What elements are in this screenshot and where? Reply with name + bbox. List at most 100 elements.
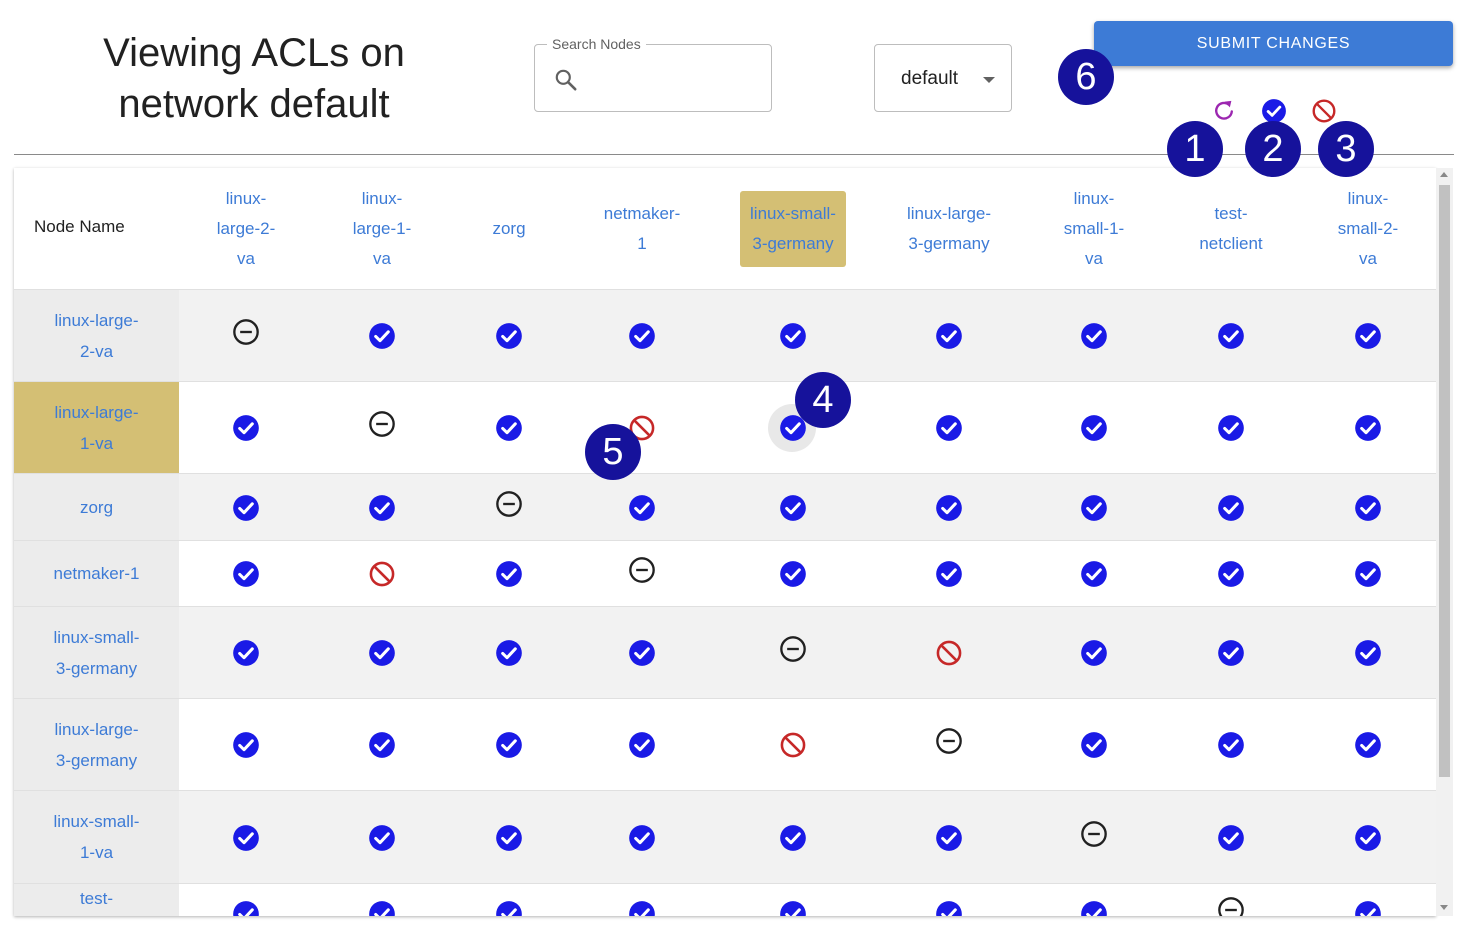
column-header[interactable]: zorg bbox=[434, 168, 584, 289]
allow-check-icon[interactable] bbox=[935, 322, 963, 350]
allow-check-icon[interactable] bbox=[495, 322, 523, 350]
allow-check-icon[interactable] bbox=[1217, 322, 1245, 350]
allow-check-icon[interactable] bbox=[935, 414, 963, 442]
scrollbar-thumb[interactable] bbox=[1439, 185, 1450, 777]
allow-check-icon[interactable] bbox=[495, 639, 523, 667]
allow-check-icon[interactable] bbox=[232, 494, 260, 522]
allow-check-icon[interactable] bbox=[1080, 560, 1108, 588]
deny-block-icon[interactable] bbox=[368, 560, 396, 588]
search-input[interactable] bbox=[587, 63, 761, 97]
allow-check-icon[interactable] bbox=[628, 824, 656, 852]
column-header[interactable]: linux- large-2- va bbox=[171, 168, 321, 289]
node-name-header: Node Name bbox=[34, 217, 125, 236]
allow-check-icon[interactable] bbox=[1217, 731, 1245, 759]
search-field[interactable]: Search Nodes bbox=[534, 35, 772, 112]
self-remove-icon bbox=[232, 318, 260, 346]
column-header[interactable]: netmaker- 1 bbox=[567, 168, 717, 289]
allow-check-icon[interactable] bbox=[628, 900, 656, 916]
allow-check-icon[interactable] bbox=[1354, 322, 1382, 350]
column-header[interactable]: linux- small-1- va bbox=[1019, 168, 1169, 289]
allow-check-icon[interactable] bbox=[628, 494, 656, 522]
allow-check-icon[interactable] bbox=[495, 560, 523, 588]
row-node-name-cell[interactable]: linux-large- 2-va bbox=[14, 290, 179, 381]
allow-check-icon[interactable] bbox=[232, 639, 260, 667]
allow-check-icon[interactable] bbox=[495, 824, 523, 852]
allow-check-icon[interactable] bbox=[232, 731, 260, 759]
allow-check-icon[interactable] bbox=[368, 900, 396, 916]
row-node-name: test- netclient bbox=[79, 888, 114, 908]
row-node-name-cell[interactable]: test- netclient bbox=[14, 884, 179, 916]
allow-check-icon[interactable] bbox=[779, 494, 807, 522]
column-header[interactable]: test- netclient bbox=[1156, 168, 1306, 289]
table-row: linux-large- 3-germany bbox=[14, 699, 1436, 791]
search-icon bbox=[555, 69, 577, 91]
allow-check-icon[interactable] bbox=[1217, 494, 1245, 522]
allow-check-icon[interactable] bbox=[779, 560, 807, 588]
allow-check-icon[interactable] bbox=[1080, 414, 1108, 442]
allow-check-icon[interactable] bbox=[1080, 900, 1108, 916]
allow-check-icon[interactable] bbox=[232, 824, 260, 852]
allow-check-icon[interactable] bbox=[1217, 824, 1245, 852]
allow-check-icon[interactable] bbox=[935, 494, 963, 522]
column-header[interactable]: linux-small- 3-germany bbox=[718, 168, 868, 289]
column-header[interactable]: linux- small-2- va bbox=[1293, 168, 1436, 289]
network-select[interactable]: default bbox=[874, 44, 1012, 112]
allow-check-icon[interactable] bbox=[495, 900, 523, 916]
allow-check-icon[interactable] bbox=[935, 560, 963, 588]
submit-changes-button[interactable]: SUBMIT CHANGES bbox=[1094, 21, 1453, 66]
allow-check-icon[interactable] bbox=[1354, 731, 1382, 759]
column-header-label: zorg bbox=[492, 218, 526, 238]
allow-check-icon[interactable] bbox=[1217, 414, 1245, 442]
allow-check-icon[interactable] bbox=[1354, 639, 1382, 667]
allow-check-icon[interactable] bbox=[628, 322, 656, 350]
allow-check-icon[interactable] bbox=[1354, 560, 1382, 588]
allow-check-icon[interactable] bbox=[495, 414, 523, 442]
deny-block-icon[interactable] bbox=[779, 731, 807, 759]
allow-check-icon[interactable] bbox=[1217, 639, 1245, 667]
allow-check-icon[interactable] bbox=[232, 560, 260, 588]
allow-check-icon[interactable] bbox=[779, 322, 807, 350]
allow-check-icon[interactable] bbox=[1080, 494, 1108, 522]
column-header[interactable]: linux-large- 3-germany bbox=[874, 168, 1024, 289]
row-node-name: netmaker-1 bbox=[53, 564, 140, 583]
scroll-down-arrow-icon[interactable] bbox=[1440, 905, 1448, 910]
chevron-down-icon bbox=[983, 77, 995, 83]
allow-check-icon[interactable] bbox=[495, 731, 523, 759]
row-node-name-cell[interactable]: linux-small- 1-va bbox=[14, 791, 179, 883]
self-remove-icon bbox=[779, 635, 807, 663]
row-node-name-cell[interactable]: linux-large- 3-germany bbox=[14, 699, 179, 790]
allow-check-icon[interactable] bbox=[368, 824, 396, 852]
allow-check-icon[interactable] bbox=[232, 414, 260, 442]
allow-check-icon[interactable] bbox=[1080, 731, 1108, 759]
deny-block-icon[interactable] bbox=[935, 639, 963, 667]
allow-check-icon[interactable] bbox=[1354, 900, 1382, 916]
allow-check-icon[interactable] bbox=[1354, 494, 1382, 522]
reset-icon[interactable] bbox=[1211, 98, 1237, 124]
self-remove-icon bbox=[935, 727, 963, 755]
allow-check-icon[interactable] bbox=[779, 900, 807, 916]
allow-check-icon[interactable] bbox=[628, 639, 656, 667]
allow-check-icon[interactable] bbox=[1217, 560, 1245, 588]
allow-check-icon[interactable] bbox=[368, 639, 396, 667]
scroll-up-arrow-icon[interactable] bbox=[1440, 172, 1448, 177]
allow-check-icon[interactable] bbox=[935, 900, 963, 916]
row-node-name: zorg bbox=[79, 497, 114, 517]
row-node-name-cell[interactable]: linux-large- 1-va bbox=[14, 382, 179, 473]
allow-check-icon[interactable] bbox=[779, 824, 807, 852]
allow-check-icon[interactable] bbox=[368, 494, 396, 522]
allow-check-icon[interactable] bbox=[628, 731, 656, 759]
allow-check-icon[interactable] bbox=[368, 322, 396, 350]
row-node-name-cell[interactable]: netmaker-1 bbox=[14, 541, 179, 606]
allow-check-icon[interactable] bbox=[1354, 414, 1382, 442]
allow-check-icon[interactable] bbox=[1354, 824, 1382, 852]
allow-check-icon[interactable] bbox=[935, 824, 963, 852]
annotation-badge-6: 6 bbox=[1058, 49, 1114, 105]
allow-check-icon[interactable] bbox=[368, 731, 396, 759]
row-node-name-cell[interactable]: zorg bbox=[14, 474, 179, 540]
block-icon[interactable] bbox=[1311, 98, 1337, 124]
self-remove-icon bbox=[495, 490, 523, 518]
allow-check-icon[interactable] bbox=[1080, 322, 1108, 350]
allow-check-icon[interactable] bbox=[1080, 639, 1108, 667]
row-node-name-cell[interactable]: linux-small- 3-germany bbox=[14, 607, 179, 698]
allow-check-icon[interactable] bbox=[232, 900, 260, 916]
